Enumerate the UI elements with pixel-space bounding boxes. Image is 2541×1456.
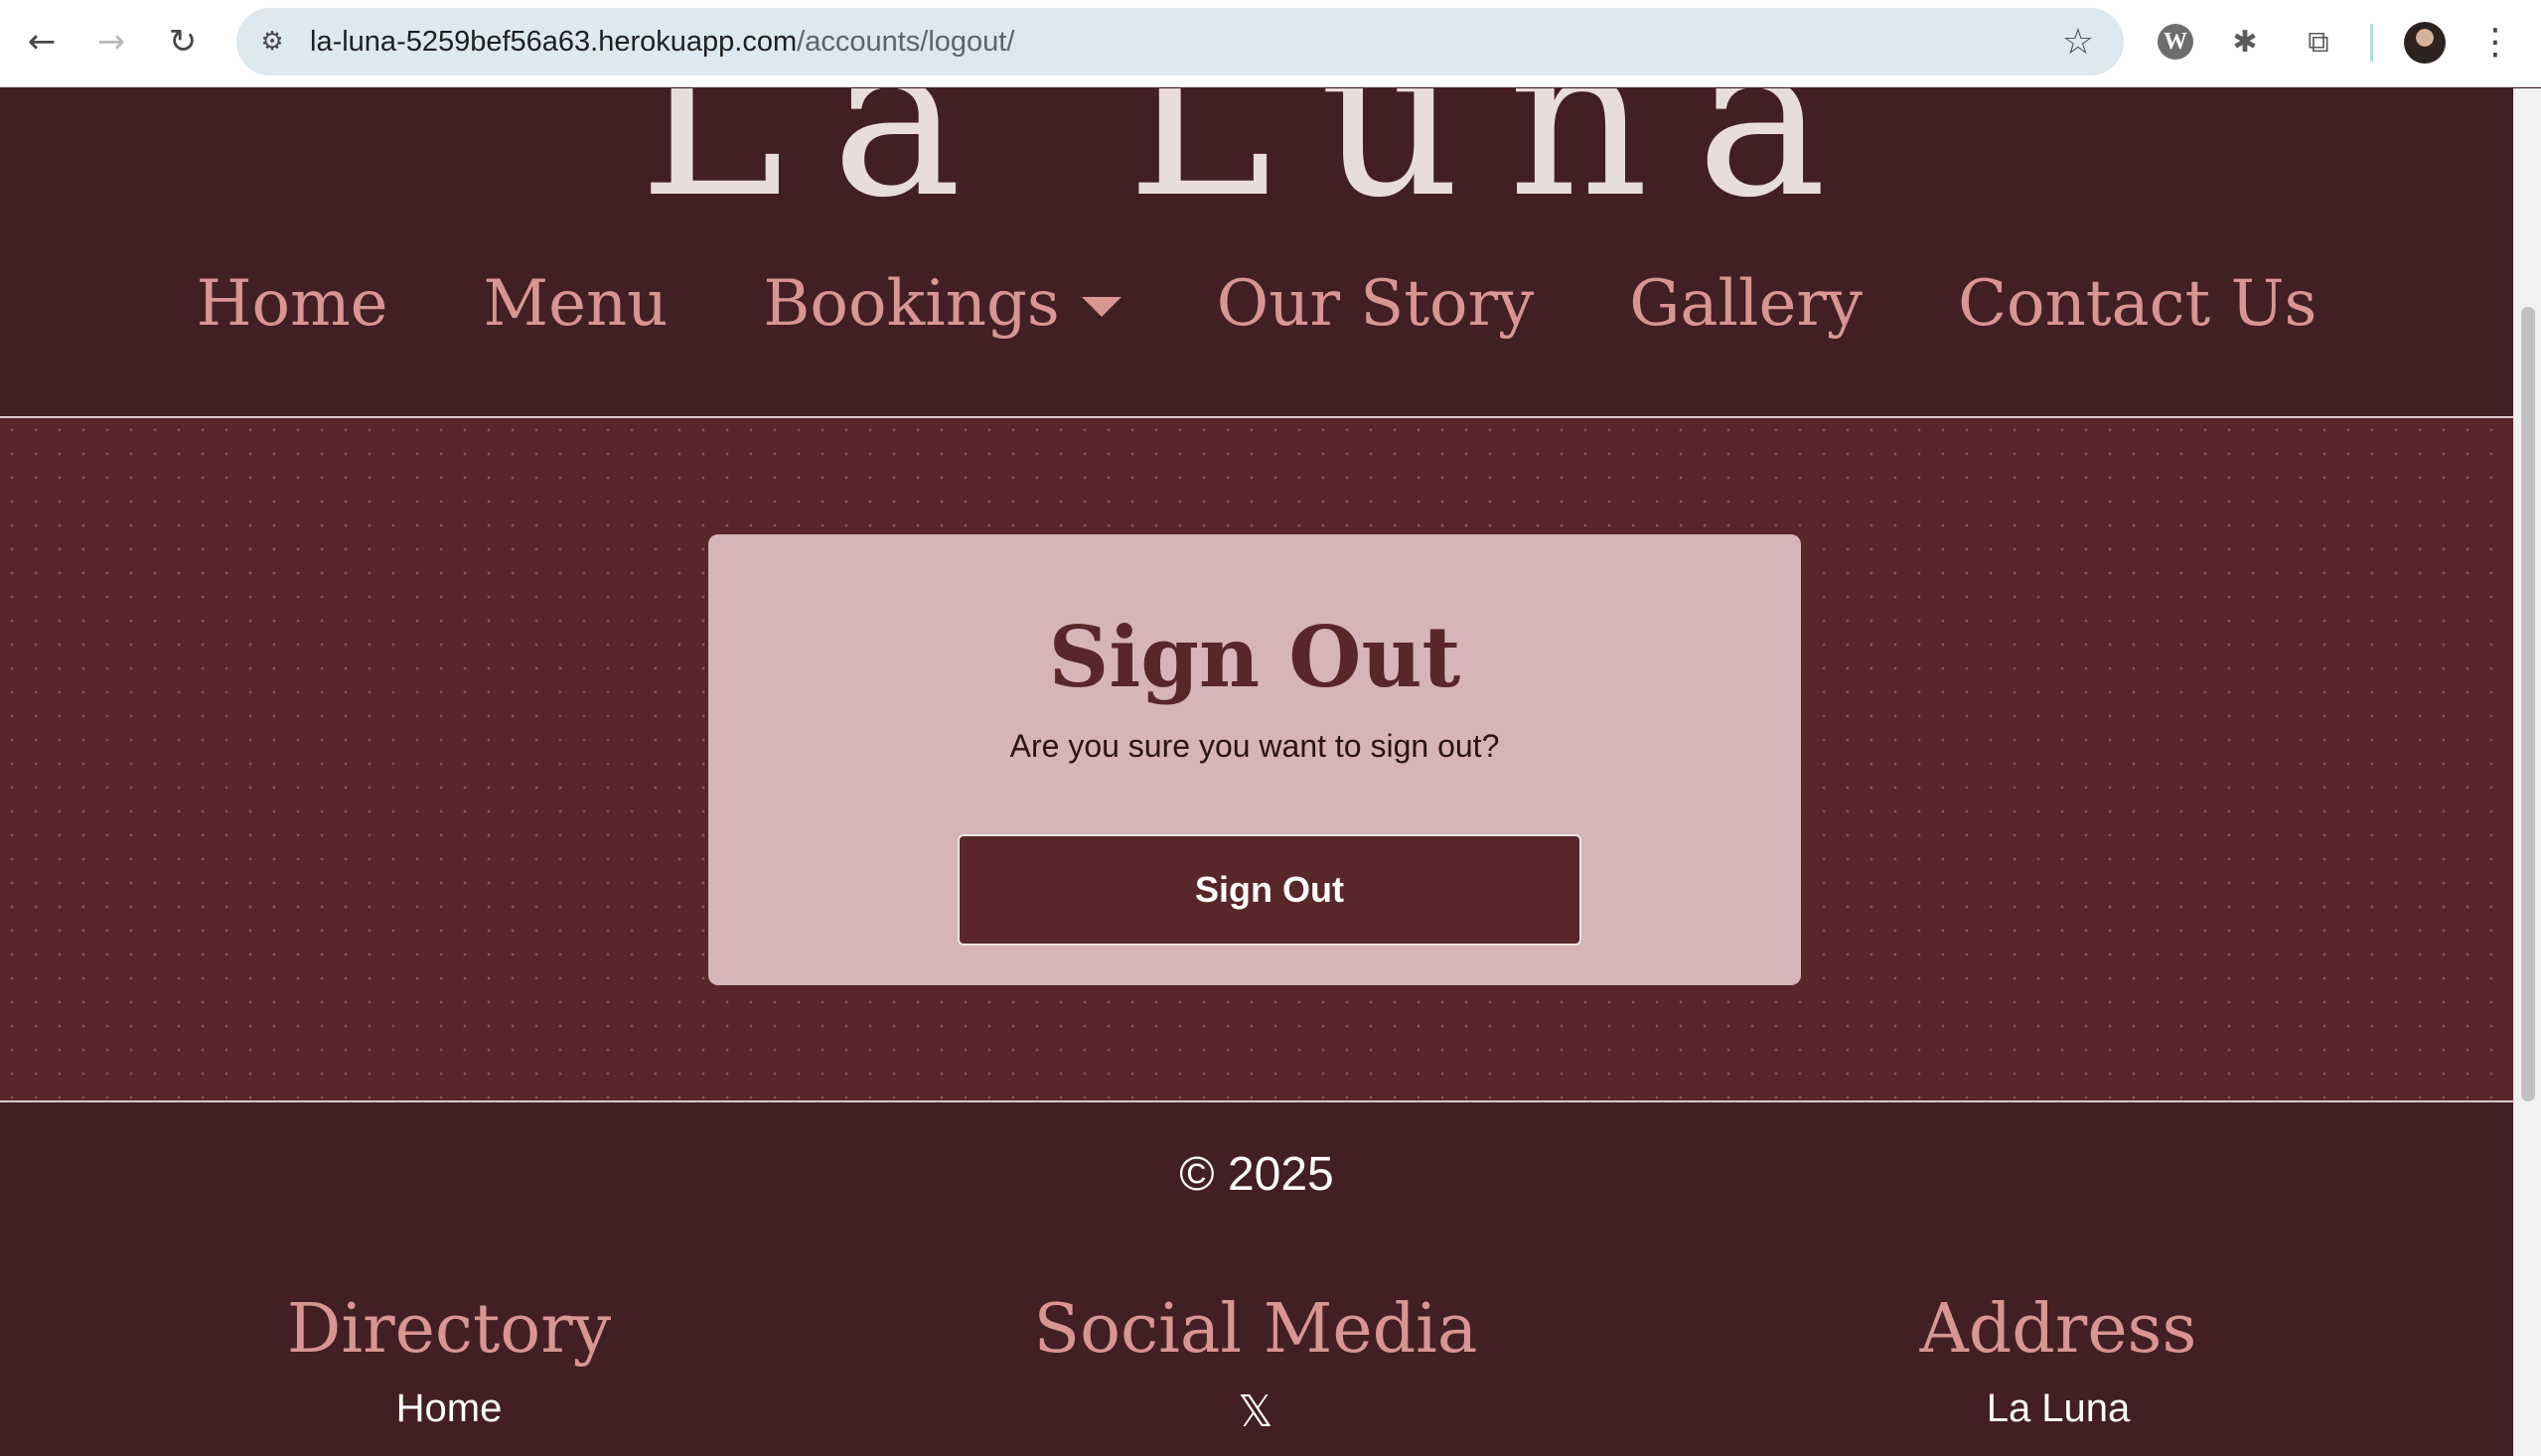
nav-contact-label: Contact Us [1958,267,2317,341]
page-viewport: La Luna Home Menu Bookings Our Story Gal… [0,88,2513,1456]
x-twitter-link[interactable]: 𝕏 [908,1386,1603,1437]
footer-address: Address La Luna [1711,1290,2406,1431]
kebab-menu-icon[interactable]: ⋮ [2477,18,2513,66]
url-text[interactable]: la-luna-5259bef56a63.herokuapp.com/accou… [310,26,1014,59]
main-navigation: Home Menu Bookings Our Story Gallery Con… [0,267,2513,341]
bug-extension-icon[interactable]: ✱ [2221,18,2269,66]
nav-our-story-label: Our Story [1216,267,1535,341]
signout-button[interactable]: Sign Out [958,834,1581,946]
forward-icon[interactable]: → [87,18,135,66]
puzzle-extensions-icon[interactable]: ⧉ [2295,18,2342,66]
url-path: /accounts/logout/ [797,26,1015,58]
nav-bookings-label: Bookings [763,267,1060,341]
footer-directory: Directory Home [101,1290,797,1431]
toolbar-divider [2370,24,2373,62]
nav-menu[interactable]: Menu [484,267,669,341]
directory-heading: Directory [286,1290,612,1369]
url-host: la-luna-5259bef56a63.herokuapp.com [310,26,798,58]
address-bar[interactable]: ⚙ la-luna-5259bef56a63.herokuapp.com/acc… [236,8,2124,75]
address-line: La Luna [1986,1386,2131,1430]
back-icon[interactable]: ← [18,18,66,66]
x-twitter-icon: 𝕏 [1238,1386,1273,1437]
profile-avatar[interactable] [2404,22,2446,64]
signout-question: Are you sure you want to sign out? [1009,728,1500,764]
social-heading: Social Media [1033,1290,1478,1369]
copyright: © 2025 [1179,1148,1334,1201]
nav-our-story[interactable]: Our Story [1217,267,1534,341]
nav-bookings-dropdown[interactable]: Bookings [763,267,1121,341]
nav-home[interactable]: Home [197,267,388,341]
caret-down-icon [1081,297,1121,317]
bookmark-star-icon[interactable]: ☆ [2062,22,2094,63]
nav-home-label: Home [196,267,388,341]
page-scrollbar[interactable] [2513,88,2541,1456]
signout-card: Sign Out Are you sure you want to sign o… [708,534,1801,985]
address-heading: Address [1919,1290,2197,1369]
signout-title: Sign Out [1048,608,1461,706]
nav-menu-label: Menu [483,267,669,341]
directory-link-home[interactable]: Home [101,1386,797,1431]
main-content: Sign Out Are you sure you want to sign o… [0,416,2513,1102]
w-extension-icon[interactable]: W [2152,18,2199,66]
nav-gallery[interactable]: Gallery [1629,267,1863,341]
browser-toolbar: ← → ↻ ⚙ la-luna-5259bef56a63.herokuapp.c… [0,0,2541,87]
footer-social: Social Media 𝕏 [908,1290,1603,1437]
site-brand[interactable]: La Luna [0,88,2513,227]
nav-gallery-label: Gallery [1629,267,1864,341]
site-settings-icon[interactable]: ⚙ [254,24,290,60]
nav-contact-us[interactable]: Contact Us [1958,267,2317,341]
scrollbar-thumb[interactable] [2521,307,2535,1101]
reload-icon[interactable]: ↻ [159,18,207,66]
